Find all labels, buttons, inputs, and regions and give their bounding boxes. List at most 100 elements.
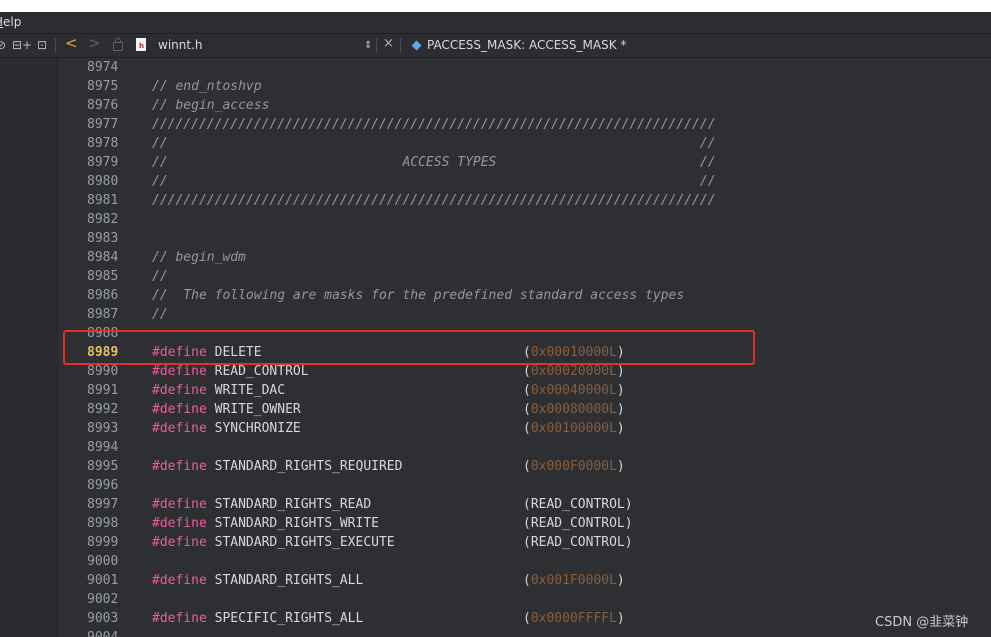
code-line[interactable]: 8981 ////////////////////////////////////…	[0, 191, 991, 210]
code-text: //	[152, 267, 168, 286]
code-text: // begin_wdm	[152, 248, 246, 267]
code-line[interactable]: 8986 // The following are masks for the p…	[0, 286, 991, 305]
code-line[interactable]: 8974	[0, 58, 991, 77]
code-line[interactable]: 8994	[0, 438, 991, 457]
code-line[interactable]: 8997 #define STANDARD_RIGHTS_READ (READ_CO…	[0, 495, 991, 514]
forward-arrow-icon[interactable]: >	[88, 35, 101, 51]
window-top-strip	[0, 0, 991, 12]
comment-text: // //	[152, 136, 716, 151]
line-number: 8982	[87, 212, 119, 227]
value-text: 0x00100000L	[530, 421, 617, 436]
code-text: #define SPECIFIC_RIGHTS_ALL	[152, 609, 363, 628]
macro-name: STANDARD_RIGHTS_REQUIRED	[206, 459, 403, 474]
comment-text: // //	[152, 174, 716, 189]
line-number: 8999	[87, 535, 119, 550]
paren-open: (	[523, 535, 531, 550]
define-keyword: #define	[152, 497, 207, 512]
code-line[interactable]: 9004	[0, 628, 991, 637]
macro-value: (0x00080000L)	[523, 400, 625, 419]
editor-toolbar: ⊘ ⊟+ ⊡ < > winnt.h ⇕ × PACCESS_MASK: ACC…	[0, 34, 991, 58]
comment-text: // begin_wdm	[152, 250, 246, 265]
toolbar-divider	[400, 38, 401, 53]
value-text: 0x0000FFFFL	[530, 611, 617, 626]
code-line[interactable]: 8980 // //	[0, 172, 991, 191]
code-line[interactable]: 8984 // begin_wdm	[0, 248, 991, 267]
paren-close: )	[616, 402, 625, 417]
line-number: 8993	[87, 421, 119, 436]
highlight-annotation-box	[63, 330, 755, 365]
comment-text: // The following are masks for the prede…	[152, 288, 685, 303]
macro-name: STANDARD_RIGHTS_READ	[206, 497, 372, 512]
code-line[interactable]: 8993 #define SYNCHRONIZE (0x00100000L)	[0, 419, 991, 438]
line-number: 8985	[87, 269, 119, 284]
toolbar-icon-1[interactable]: ⊘	[0, 37, 6, 53]
code-text: //	[152, 305, 168, 324]
close-icon[interactable]: ×	[383, 36, 394, 52]
code-line[interactable]: 8991 #define WRITE_DAC (0x00040000L)	[0, 381, 991, 400]
code-line[interactable]: 8976 // begin_access	[0, 96, 991, 115]
line-number: 8984	[87, 250, 119, 265]
code-text: // ACCESS TYPES //	[152, 153, 716, 172]
code-line[interactable]: 8977 ////////////////////////////////////…	[0, 115, 991, 134]
code-line[interactable]: 8999 #define STANDARD_RIGHTS_EXECUTE (READ…	[0, 533, 991, 552]
macro-name: STANDARD_RIGHTS_WRITE	[206, 516, 379, 531]
define-keyword: #define	[152, 459, 207, 474]
paren-close: )	[624, 535, 633, 550]
code-line[interactable]: 9003 #define SPECIFIC_RIGHTS_ALL (0x0000FF…	[0, 609, 991, 628]
code-line[interactable]: 8996	[0, 476, 991, 495]
code-line[interactable]: 8985 //	[0, 267, 991, 286]
line-number: 8977	[87, 117, 119, 132]
code-line[interactable]: 8987 //	[0, 305, 991, 324]
menu-help[interactable]: Help	[0, 15, 21, 29]
file-dropdown-icon[interactable]: ⇕	[364, 38, 372, 54]
code-line[interactable]: 8979 // ACCESS TYPES //	[0, 153, 991, 172]
add-icon[interactable]: ⊟+	[12, 37, 32, 53]
code-line[interactable]: 8992 #define WRITE_OWNER (0x00080000L)	[0, 400, 991, 419]
menu-bar: Help	[0, 12, 991, 34]
code-line[interactable]: 9000	[0, 552, 991, 571]
symbol-navigator[interactable]: PACCESS_MASK: ACCESS_MASK *	[427, 37, 626, 53]
macro-name: WRITE_DAC	[206, 383, 286, 398]
line-number: 8983	[87, 231, 119, 246]
code-line[interactable]: 8982	[0, 210, 991, 229]
define-keyword: #define	[152, 383, 207, 398]
code-line[interactable]: 9001 #define STANDARD_RIGHTS_ALL (0x001F00…	[0, 571, 991, 590]
code-line[interactable]: 8995 #define STANDARD_RIGHTS_REQUIRED (0x0…	[0, 457, 991, 476]
value-text: 0x001F0000L	[530, 573, 617, 588]
back-arrow-icon[interactable]: <	[65, 35, 78, 51]
code-text: #define STANDARD_RIGHTS_READ	[152, 495, 371, 514]
code-line[interactable]: 8975 // end_ntoshvp	[0, 77, 991, 96]
value-text: READ_CONTROL	[530, 535, 625, 550]
lock-icon[interactable]	[113, 38, 123, 51]
paren-close: )	[616, 421, 625, 436]
line-number: 8974	[87, 60, 119, 75]
code-text: // //	[152, 172, 716, 191]
macro-value: (0x00100000L)	[523, 419, 625, 438]
code-editor[interactable]: 8974 8975 // end_ntoshvp 8976 // begin_acces…	[0, 58, 991, 637]
paren-open: (	[523, 421, 531, 436]
line-number: 8980	[87, 174, 119, 189]
code-text: ////////////////////////////////////////…	[152, 191, 716, 210]
code-line[interactable]: 8978 // //	[0, 134, 991, 153]
paren-open: (	[523, 459, 531, 474]
code-text: ////////////////////////////////////////…	[152, 115, 716, 134]
line-number: 8978	[87, 136, 119, 151]
code-line[interactable]: 8998 #define STANDARD_RIGHTS_WRITE (READ_C…	[0, 514, 991, 533]
code-text: #define STANDARD_RIGHTS_REQUIRED	[152, 457, 402, 476]
pin-icon[interactable]: ⊡	[37, 37, 47, 53]
line-number: 8998	[87, 516, 119, 531]
line-number: 8995	[87, 459, 119, 474]
code-text: #define STANDARD_RIGHTS_EXECUTE	[152, 533, 395, 552]
code-line[interactable]: 9002	[0, 590, 991, 609]
comment-text: ////////////////////////////////////////…	[152, 117, 716, 132]
code-line[interactable]: 8983	[0, 229, 991, 248]
define-keyword: #define	[152, 421, 207, 436]
paren-close: )	[616, 573, 625, 588]
file-name[interactable]: winnt.h	[158, 37, 202, 53]
comment-text: ////////////////////////////////////////…	[152, 193, 716, 208]
code-text: // The following are masks for the prede…	[152, 286, 684, 305]
comment-text: // end_ntoshvp	[152, 79, 262, 94]
paren-close: )	[616, 383, 625, 398]
line-number: 9003	[87, 611, 119, 626]
value-text: 0x00020000L	[530, 364, 617, 379]
